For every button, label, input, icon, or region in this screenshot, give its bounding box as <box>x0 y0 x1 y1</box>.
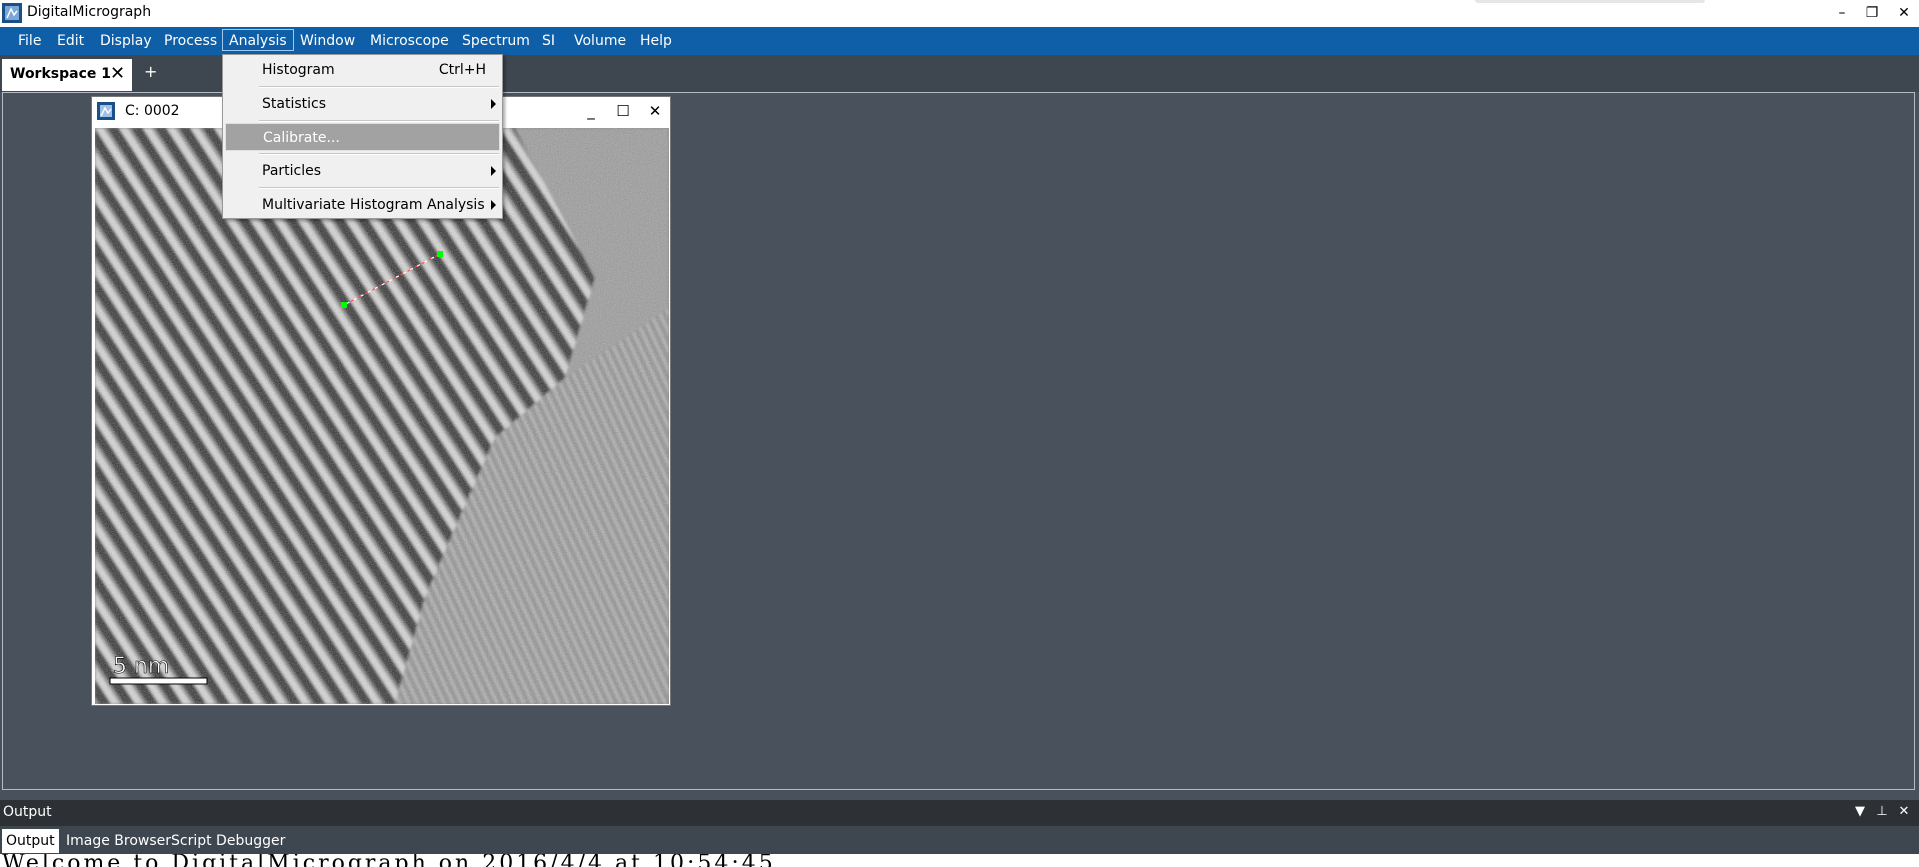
menu-item-calibrate[interactable]: Calibrate... <box>225 123 500 151</box>
scale-bar-label: 5 nm <box>113 654 169 679</box>
line-roi-start-handle[interactable] <box>341 302 347 308</box>
tab-script-debugger[interactable]: Script Debugger <box>167 829 289 853</box>
menu-display[interactable]: Display <box>98 27 154 55</box>
menu-separator <box>259 120 499 122</box>
minimize-window-button[interactable]: – <box>1830 3 1854 23</box>
title-bar-shade <box>1475 0 1705 3</box>
digitalmicrograph-app-icon <box>2 3 22 23</box>
output-tab-row: Output Image Browser Script Debugger <box>0 826 1919 854</box>
output-line: Welcome to DigitalMicrograph on 2016/4/4… <box>2 854 776 867</box>
image-document-icon <box>97 102 115 120</box>
menu-help[interactable]: Help <box>638 27 674 55</box>
pin-icon[interactable]: ⊥ <box>1873 804 1891 819</box>
menu-item-statistics[interactable]: Statistics <box>225 90 500 118</box>
menu-item-histogram[interactable]: Histogram Ctrl+H <box>225 56 500 84</box>
menu-process[interactable]: Process <box>162 27 219 55</box>
menu-analysis[interactable]: Analysis <box>222 29 294 51</box>
histogram-shortcut: Ctrl+H <box>438 62 486 78</box>
add-workspace-button[interactable]: + <box>144 62 157 81</box>
menu-edit[interactable]: Edit <box>55 27 86 55</box>
menu-window[interactable]: Window <box>298 27 357 55</box>
analysis-dropdown-menu: Histogram Ctrl+H Statistics Calibrate...… <box>222 54 503 219</box>
submenu-arrow-icon <box>491 200 496 210</box>
menu-separator <box>259 86 499 88</box>
output-panel-title: Output <box>3 804 52 820</box>
tab-image-browser[interactable]: Image Browser <box>62 829 175 853</box>
close-window-button[interactable]: ✕ <box>1892 3 1916 23</box>
tab-output[interactable]: Output <box>2 829 59 853</box>
restore-window-button[interactable]: ❐ <box>1860 3 1884 23</box>
image-window-title: C: 0002 <box>125 103 180 119</box>
workspace-tab[interactable]: Workspace 1 ✕ <box>2 59 132 91</box>
workspace-tab-label: Workspace 1 <box>10 66 111 82</box>
submenu-arrow-icon <box>491 99 496 109</box>
image-maximize-button[interactable]: ☐ <box>612 100 634 122</box>
app-title: DigitalMicrograph <box>27 4 152 20</box>
menu-item-particles[interactable]: Particles <box>225 157 500 185</box>
image-close-button[interactable]: ✕ <box>644 100 666 122</box>
menu-separator <box>259 153 499 155</box>
close-tab-icon[interactable]: ✕ <box>110 63 125 85</box>
menu-bar: File Edit Display Process Analysis Windo… <box>0 27 1919 55</box>
line-roi-end-handle[interactable] <box>437 251 443 257</box>
submenu-arrow-icon <box>491 166 496 176</box>
menu-si[interactable]: SI <box>540 27 557 55</box>
image-minimize-button[interactable]: _ <box>580 100 602 122</box>
menu-spectrum[interactable]: Spectrum <box>460 27 532 55</box>
output-text-area[interactable]: Welcome to DigitalMicrograph on 2016/4/4… <box>0 854 1919 867</box>
menu-volume[interactable]: Volume <box>572 27 628 55</box>
menu-separator <box>259 187 499 189</box>
menu-file[interactable]: File <box>16 27 43 55</box>
close-panel-icon[interactable]: ✕ <box>1895 804 1913 819</box>
menu-microscope[interactable]: Microscope <box>368 27 451 55</box>
output-panel-header: Output ▼ ⊥ ✕ <box>0 800 1919 826</box>
title-bar: DigitalMicrograph – ❐ ✕ <box>0 0 1919 27</box>
menu-item-multivariate-histogram-analysis[interactable]: Multivariate Histogram Analysis <box>225 191 500 219</box>
panel-menu-icon[interactable]: ▼ <box>1851 804 1869 819</box>
